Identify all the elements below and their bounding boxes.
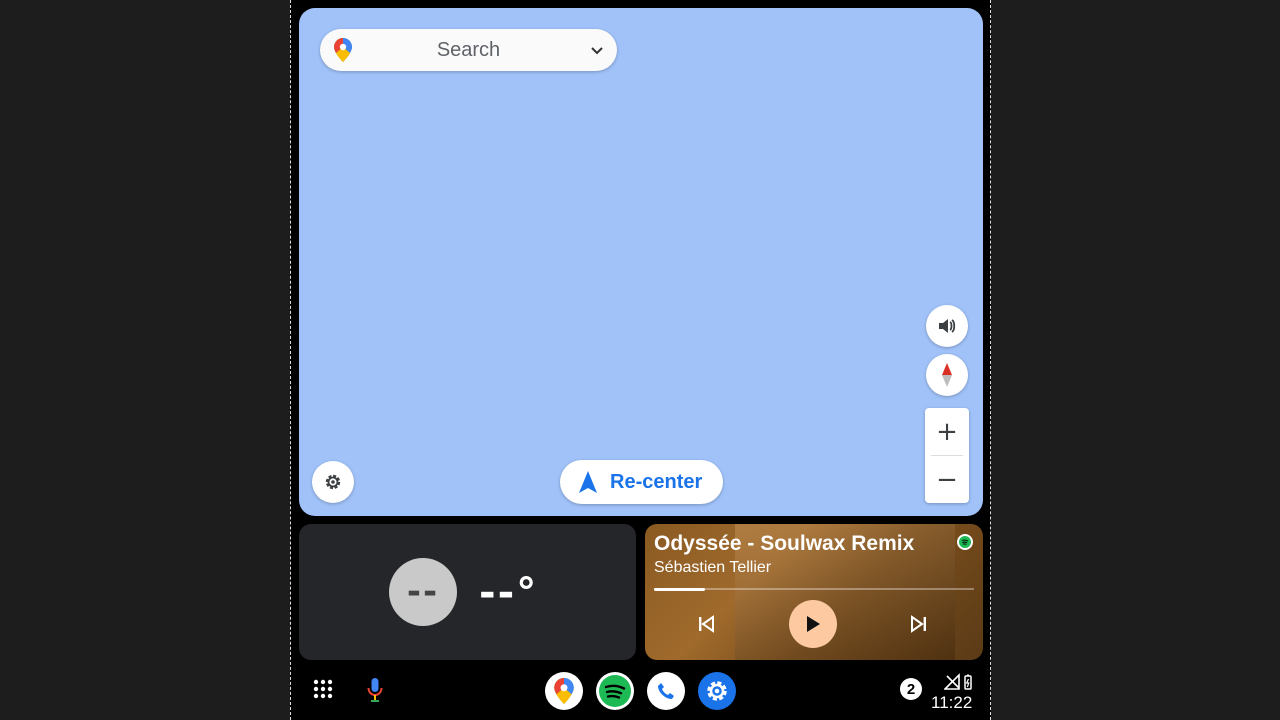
google-maps-icon bbox=[554, 678, 574, 704]
zoom-controls: + − bbox=[925, 408, 969, 503]
phone-icon bbox=[658, 683, 674, 699]
taskbar bbox=[291, 664, 992, 720]
phone-app-button[interactable] bbox=[647, 672, 685, 710]
progress-fill bbox=[654, 587, 706, 591]
compass-button[interactable] bbox=[926, 354, 968, 396]
search-bar[interactable]: Search bbox=[320, 29, 617, 71]
chevron-down-icon[interactable] bbox=[589, 42, 605, 58]
gear-icon bbox=[325, 474, 341, 490]
track-artist: Sébastien Tellier bbox=[654, 559, 772, 576]
settings-gear-icon bbox=[707, 681, 727, 701]
app-launcher-button[interactable] bbox=[312, 678, 334, 700]
no-signal-icon bbox=[944, 673, 972, 690]
notification-badge[interactable]: 2 bbox=[900, 678, 922, 700]
weather-icon: -- bbox=[389, 558, 457, 626]
recenter-button[interactable]: Re-center bbox=[560, 460, 723, 504]
spotify-logo-icon bbox=[957, 534, 973, 550]
next-button[interactable] bbox=[895, 600, 943, 648]
spotify-app-button[interactable] bbox=[596, 672, 634, 710]
zoom-out-button[interactable]: − bbox=[925, 456, 969, 503]
settings-app-button[interactable] bbox=[698, 672, 736, 710]
media-card[interactable]: Odyssée - Soulwax Remix Sébastien Tellie… bbox=[645, 524, 983, 660]
zoom-in-button[interactable]: + bbox=[925, 408, 969, 455]
grid-icon bbox=[313, 679, 333, 699]
play-icon bbox=[807, 616, 820, 632]
temperature-text: --° bbox=[479, 570, 539, 616]
progress-track[interactable] bbox=[654, 587, 974, 591]
weather-card[interactable]: -- --° bbox=[299, 524, 636, 660]
compass-icon bbox=[942, 363, 952, 387]
speaker-icon bbox=[939, 319, 956, 333]
spotify-icon bbox=[599, 675, 631, 707]
microphone-icon bbox=[367, 678, 383, 702]
map-settings-button[interactable] bbox=[312, 461, 354, 503]
recenter-label: Re-center bbox=[610, 470, 703, 493]
navigation-arrow-icon bbox=[579, 471, 597, 493]
volume-button[interactable] bbox=[926, 305, 968, 347]
search-placeholder: Search bbox=[436, 38, 501, 61]
track-title: Odyssée - Soulwax Remix bbox=[654, 532, 915, 555]
android-auto-screen: Search + − Re-center -- --° Odyssée - So… bbox=[290, 0, 991, 720]
google-maps-app-button[interactable] bbox=[545, 672, 583, 710]
assistant-mic-button[interactable] bbox=[363, 676, 387, 704]
play-button[interactable] bbox=[789, 600, 837, 648]
map-view[interactable]: Search + − Re-center bbox=[299, 8, 983, 516]
previous-button[interactable] bbox=[682, 600, 730, 648]
clock: 11:22 bbox=[931, 693, 973, 712]
skip-next-icon bbox=[911, 615, 926, 633]
skip-previous-icon bbox=[699, 615, 714, 633]
